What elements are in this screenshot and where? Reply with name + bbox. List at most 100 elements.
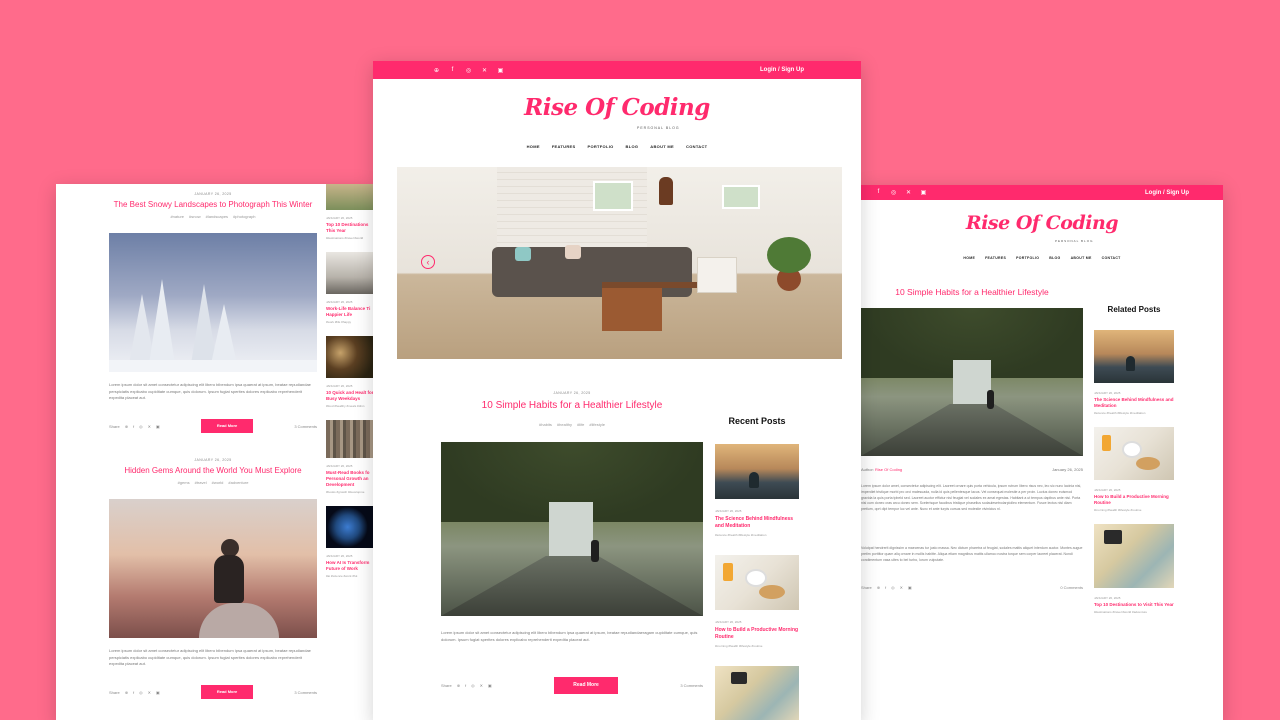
facebook-icon[interactable]: f (465, 683, 466, 688)
tag[interactable]: #photograph (233, 214, 255, 219)
comments-count[interactable]: 3 Comments (294, 424, 317, 429)
related-post-title[interactable]: How to Build a Productive Morning Routin… (1094, 494, 1174, 506)
nav-item-portfolio[interactable]: PORTFOLIO (1016, 256, 1039, 260)
sidebar-title[interactable]: Must-Read Books fo Personal Growth an De… (326, 470, 374, 488)
recent-post-title[interactable]: How to Build a Productive Morning Routin… (715, 627, 799, 641)
site-logo[interactable]: Rise Of Coding (861, 212, 1223, 234)
tag[interactable]: #world (212, 480, 224, 485)
snow-landscape-image[interactable] (109, 233, 317, 372)
facebook-icon[interactable]: f (875, 189, 882, 196)
nav-item-blog[interactable]: BLOG (1049, 256, 1060, 260)
mountain-sitting-image[interactable] (109, 499, 317, 638)
x-icon[interactable]: ✕ (148, 690, 151, 695)
linkedin-icon[interactable]: ▣ (156, 690, 160, 695)
related-post-title[interactable]: Top 10 Destinations to Visit This Year (1094, 602, 1174, 608)
sidebar-title[interactable]: How AI Is Transform Future of Work (326, 560, 374, 572)
instagram-icon[interactable]: ◎ (890, 189, 897, 196)
tag[interactable]: #gems (178, 480, 190, 485)
author-link[interactable]: Rise Of Coding (875, 467, 902, 472)
tag[interactable]: #landscapes (206, 214, 228, 219)
related-post-title[interactable]: The Science Behind Mindfulness and Medit… (1094, 397, 1174, 409)
instagram-icon[interactable]: ◎ (139, 690, 143, 695)
site-tagline: PERSONAL BLOG (637, 126, 680, 130)
login-signup-link[interactable]: Login / Sign Up (760, 67, 804, 73)
tag[interactable]: #nature (170, 214, 184, 219)
post-title[interactable]: 10 Simple Habits for a Healthier Lifesty… (441, 400, 703, 411)
linkedin-icon[interactable]: ▣ (497, 67, 504, 74)
x-icon[interactable]: ✕ (900, 585, 903, 590)
nav-item-about[interactable]: ABOUT ME (1071, 256, 1092, 260)
x-icon[interactable]: ✕ (480, 683, 483, 688)
comments-count[interactable]: 3 Comments (294, 690, 317, 695)
nav-item-features[interactable]: FEATURES (552, 144, 576, 149)
instagram-icon[interactable]: ◎ (471, 683, 475, 688)
read-more-button[interactable]: Read More (554, 677, 619, 694)
sidebar-image[interactable] (326, 252, 374, 294)
tag[interactable]: #healthy (557, 422, 572, 427)
sidebar-date: JANUARY 26, 2025 (326, 216, 353, 220)
facebook-icon[interactable]: f (133, 424, 134, 429)
hero-slider-image[interactable]: ‹ (397, 167, 842, 359)
top-bar: ⊕ f ◎ ✕ ▣ Login / Sign Up (373, 61, 861, 79)
pinterest-icon[interactable]: ⊕ (457, 683, 460, 688)
instagram-icon[interactable]: ◎ (139, 424, 143, 429)
pinterest-icon[interactable]: ⊕ (433, 67, 440, 74)
sidebar-title[interactable]: 10 Quick and Healt for Busy Weekdays (326, 390, 374, 402)
pinterest-icon[interactable]: ⊕ (877, 585, 880, 590)
instagram-icon[interactable]: ◎ (891, 585, 895, 590)
tag[interactable]: #adventure (228, 480, 248, 485)
tag[interactable]: #lifestyle (589, 422, 605, 427)
comments-count[interactable]: 0 Comments (1060, 585, 1083, 590)
post-title[interactable]: Hidden Gems Around the World You Must Ex… (109, 466, 317, 475)
linkedin-icon[interactable]: ▣ (488, 683, 492, 688)
slider-prev-arrow[interactable]: ‹ (421, 255, 435, 269)
recent-post-image[interactable] (715, 555, 799, 610)
related-post-image[interactable] (1094, 427, 1174, 480)
tag[interactable]: #life (577, 422, 584, 427)
sidebar-title[interactable]: Work-Life Balance Ti Happier Life (326, 306, 374, 318)
facebook-icon[interactable]: f (133, 690, 134, 695)
x-icon[interactable]: ✕ (148, 424, 151, 429)
linkedin-icon[interactable]: ▣ (920, 189, 927, 196)
nav-item-home[interactable]: HOME (963, 256, 975, 260)
nav-item-portfolio[interactable]: PORTFOLIO (587, 144, 613, 149)
facebook-icon[interactable]: f (449, 67, 456, 74)
related-post-image[interactable] (1094, 330, 1174, 383)
facebook-icon[interactable]: f (885, 585, 886, 590)
tag[interactable]: #snow (189, 214, 201, 219)
nav-item-about[interactable]: ABOUT ME (650, 144, 674, 149)
comments-count[interactable]: 3 Comments (680, 683, 703, 688)
post-date: JANUARY 26, 2025 (194, 192, 232, 196)
x-icon[interactable]: ✕ (481, 67, 488, 74)
recent-post-image[interactable] (715, 444, 799, 499)
sidebar-image[interactable] (326, 506, 374, 548)
read-more-button[interactable]: Read More (201, 419, 254, 433)
sidebar-title[interactable]: Top 10 Destinations This Year (326, 222, 374, 234)
read-more-button[interactable]: Read More (201, 685, 254, 699)
nav-item-features[interactable]: FEATURES (985, 256, 1006, 260)
nav-item-contact[interactable]: CONTACT (686, 144, 707, 149)
linkedin-icon[interactable]: ▣ (908, 585, 912, 590)
sidebar-image[interactable] (326, 184, 374, 210)
sidebar-image[interactable] (326, 420, 374, 458)
related-post-image[interactable] (1094, 524, 1174, 588)
tag[interactable]: #travel (195, 480, 207, 485)
x-icon[interactable]: ✕ (905, 189, 912, 196)
pinterest-icon[interactable]: ⊕ (125, 424, 128, 429)
post-title[interactable]: The Best Snowy Landscapes to Photograph … (109, 200, 317, 209)
nav-item-home[interactable]: HOME (527, 144, 540, 149)
nav-item-contact[interactable]: CONTACT (1102, 256, 1121, 260)
nav-item-blog[interactable]: BLOG (626, 144, 639, 149)
recent-post-image[interactable] (715, 666, 799, 720)
login-signup-link[interactable]: Login / Sign Up (1145, 190, 1189, 196)
share-label: Share (441, 683, 452, 688)
linkedin-icon[interactable]: ▣ (156, 424, 160, 429)
tree-tunnel-image[interactable] (861, 308, 1083, 456)
pinterest-icon[interactable]: ⊕ (125, 690, 128, 695)
site-logo[interactable]: Rise Of Coding (373, 94, 861, 121)
instagram-icon[interactable]: ◎ (465, 67, 472, 74)
recent-post-title[interactable]: The Science Behind Mindfulness and Medit… (715, 516, 799, 530)
tag[interactable]: #habits (539, 422, 552, 427)
sidebar-image[interactable] (326, 336, 374, 378)
tree-tunnel-image[interactable] (441, 442, 703, 616)
